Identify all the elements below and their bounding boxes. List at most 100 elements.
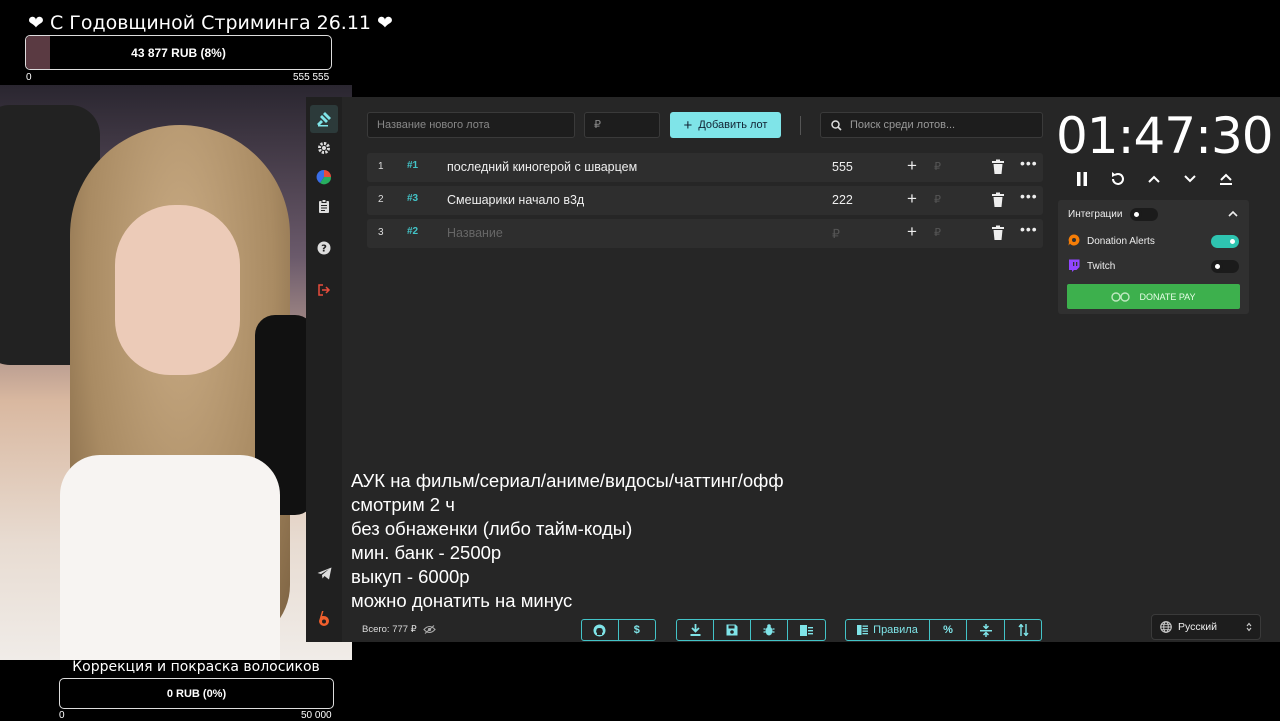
lot-amount: 555 <box>832 160 853 174</box>
more-options-icon[interactable]: ••• <box>1020 188 1038 204</box>
globe-icon <box>1160 621 1172 633</box>
donation-alerts-toggle[interactable] <box>1211 235 1239 248</box>
webcam-feed <box>0 85 352 660</box>
lot-amount: 222 <box>832 193 853 207</box>
github-icon[interactable] <box>582 620 619 640</box>
donatepay-button[interactable]: DONATE PAY <box>1067 284 1240 309</box>
trash-icon[interactable] <box>991 192 1005 208</box>
add-lot-button[interactable]: + Добавить лот <box>670 112 781 138</box>
add-lot-label: Добавить лот <box>698 119 768 131</box>
new-lot-name-input[interactable] <box>367 112 575 138</box>
pause-icon[interactable] <box>1072 169 1092 189</box>
trash-icon[interactable] <box>991 159 1005 175</box>
search-placeholder: Поиск среди лотов... <box>850 119 956 131</box>
rules-button[interactable]: Правила <box>846 620 930 640</box>
twitch-icon <box>1069 259 1080 272</box>
svg-text:?: ? <box>321 244 327 255</box>
lot-tag: #3 <box>407 193 419 204</box>
goal-bottom-title: Коррекция и покраска волосиков <box>72 659 320 675</box>
eye-off-icon[interactable] <box>422 625 436 634</box>
lot-name[interactable]: Смешарики начало в3д <box>447 193 584 207</box>
rub-input-icon[interactable]: ₽ <box>934 193 941 206</box>
goal-top-progress-bar: 43 877 RUB (8%) <box>25 35 332 70</box>
lot-tag: #2 <box>407 226 419 237</box>
import-list-icon[interactable] <box>788 620 825 640</box>
logout-icon[interactable] <box>310 276 338 304</box>
sort-icon[interactable] <box>1005 620 1041 640</box>
goal-bottom-progress-bar: 0 RUB (0%) <box>59 678 334 709</box>
goal-bottom-scale-min: 0 <box>59 710 65 721</box>
add-amount-icon[interactable]: + <box>907 189 917 209</box>
goal-bottom-progress-text: 0 RUB (0%) <box>166 687 227 700</box>
integrations-title: Интеграции <box>1068 209 1123 220</box>
lot-name[interactable]: последний киногерой с шварцем <box>447 160 637 174</box>
file-button-group <box>676 619 826 641</box>
settings-button-group: Правила % <box>845 619 1042 641</box>
goal-bottom-scale-max: 50 000 <box>301 710 332 721</box>
select-arrows-icon <box>1246 622 1252 632</box>
overlay-line: выкуп - 6000р <box>351 566 470 587</box>
more-options-icon[interactable]: ••• <box>1020 155 1038 171</box>
integration-name: Twitch <box>1087 261 1116 272</box>
gear-icon[interactable] <box>310 134 338 162</box>
twitch-toggle[interactable] <box>1211 260 1239 273</box>
goal-top-scale-max: 555 555 <box>293 72 330 83</box>
chevron-up-icon[interactable] <box>1228 210 1238 217</box>
dollar-icon[interactable]: $ <box>619 620 656 640</box>
overlay-line: смотрим 2 ч <box>351 494 455 515</box>
links-button-group: $ <box>581 619 656 641</box>
auction-timer: 01:47:30 <box>1056 107 1274 165</box>
rub-input-icon[interactable]: ₽ <box>934 160 941 173</box>
more-options-icon[interactable]: ••• <box>1020 221 1038 237</box>
lot-name[interactable]: Название <box>447 226 503 240</box>
donatepay-label: DONATE PAY <box>1139 291 1196 302</box>
add-amount-icon[interactable]: + <box>907 156 917 176</box>
plus-icon: + <box>683 116 693 134</box>
lot-tag: #1 <box>407 160 419 171</box>
lot-amount: ₽ <box>832 227 840 241</box>
lot-index: 3 <box>378 227 384 238</box>
chevron-up-icon[interactable] <box>1144 169 1164 189</box>
donation-alerts-icon <box>1068 234 1080 246</box>
language-select[interactable]: Русский <box>1151 614 1261 640</box>
overlay-line: без обнаженки (либо тайм-коды) <box>351 518 633 539</box>
overlay-line: мин. банк - 2500р <box>351 542 502 563</box>
bug-icon[interactable] <box>751 620 788 640</box>
integrations-toggle[interactable] <box>1130 208 1158 221</box>
trash-icon[interactable] <box>991 225 1005 241</box>
clipboard-icon[interactable] <box>310 192 338 220</box>
add-amount-icon[interactable]: + <box>907 222 917 242</box>
goal-top-title: ❤ С Годовщиной Стриминга 26.11 ❤ <box>28 12 393 34</box>
auction-app: ? + Добавить лот Поиск среди лотов... 1 … <box>306 97 1280 642</box>
rub-input-icon[interactable]: ₽ <box>934 226 941 239</box>
save-icon[interactable] <box>714 620 751 640</box>
total-label: Всего: 777 ₽ <box>362 624 417 635</box>
gavel-icon[interactable] <box>310 105 338 133</box>
overlay-line: можно донатить на минус <box>351 590 573 611</box>
rules-icon <box>857 625 869 635</box>
total-amount: Всего: 777 ₽ <box>362 624 436 635</box>
lot-row: 2 #3 Смешарики начало в3д 222 + ₽ ••• <box>367 186 1043 215</box>
integration-name: Donation Alerts <box>1087 236 1155 247</box>
search-icon <box>831 119 842 131</box>
language-label: Русский <box>1178 621 1217 633</box>
integrations-panel: Интеграции Donation Alerts Twitch DONATE… <box>1058 200 1249 314</box>
new-lot-amount-input[interactable] <box>584 112 660 138</box>
rules-label: Правила <box>873 624 918 636</box>
double-up-icon[interactable] <box>1216 169 1236 189</box>
chevron-down-icon[interactable] <box>1180 169 1200 189</box>
help-icon[interactable]: ? <box>310 234 338 262</box>
lot-index: 1 <box>378 161 384 172</box>
pie-chart-icon[interactable] <box>310 163 338 191</box>
donatepay-icon <box>1111 291 1131 302</box>
reset-icon[interactable] <box>1108 169 1128 189</box>
split-icon[interactable] <box>967 620 1005 640</box>
telegram-icon[interactable] <box>310 559 338 587</box>
lot-search-input[interactable]: Поиск среди лотов... <box>820 112 1043 138</box>
toolbar-divider <box>800 116 801 135</box>
lot-row: 1 #1 последний киногерой с шварцем 555 +… <box>367 153 1043 182</box>
download-icon[interactable] <box>677 620 714 640</box>
boosty-icon[interactable] <box>310 605 338 633</box>
lot-row: 3 #2 Название ₽ + ₽ ••• <box>367 219 1043 248</box>
percent-button[interactable]: % <box>930 620 967 640</box>
